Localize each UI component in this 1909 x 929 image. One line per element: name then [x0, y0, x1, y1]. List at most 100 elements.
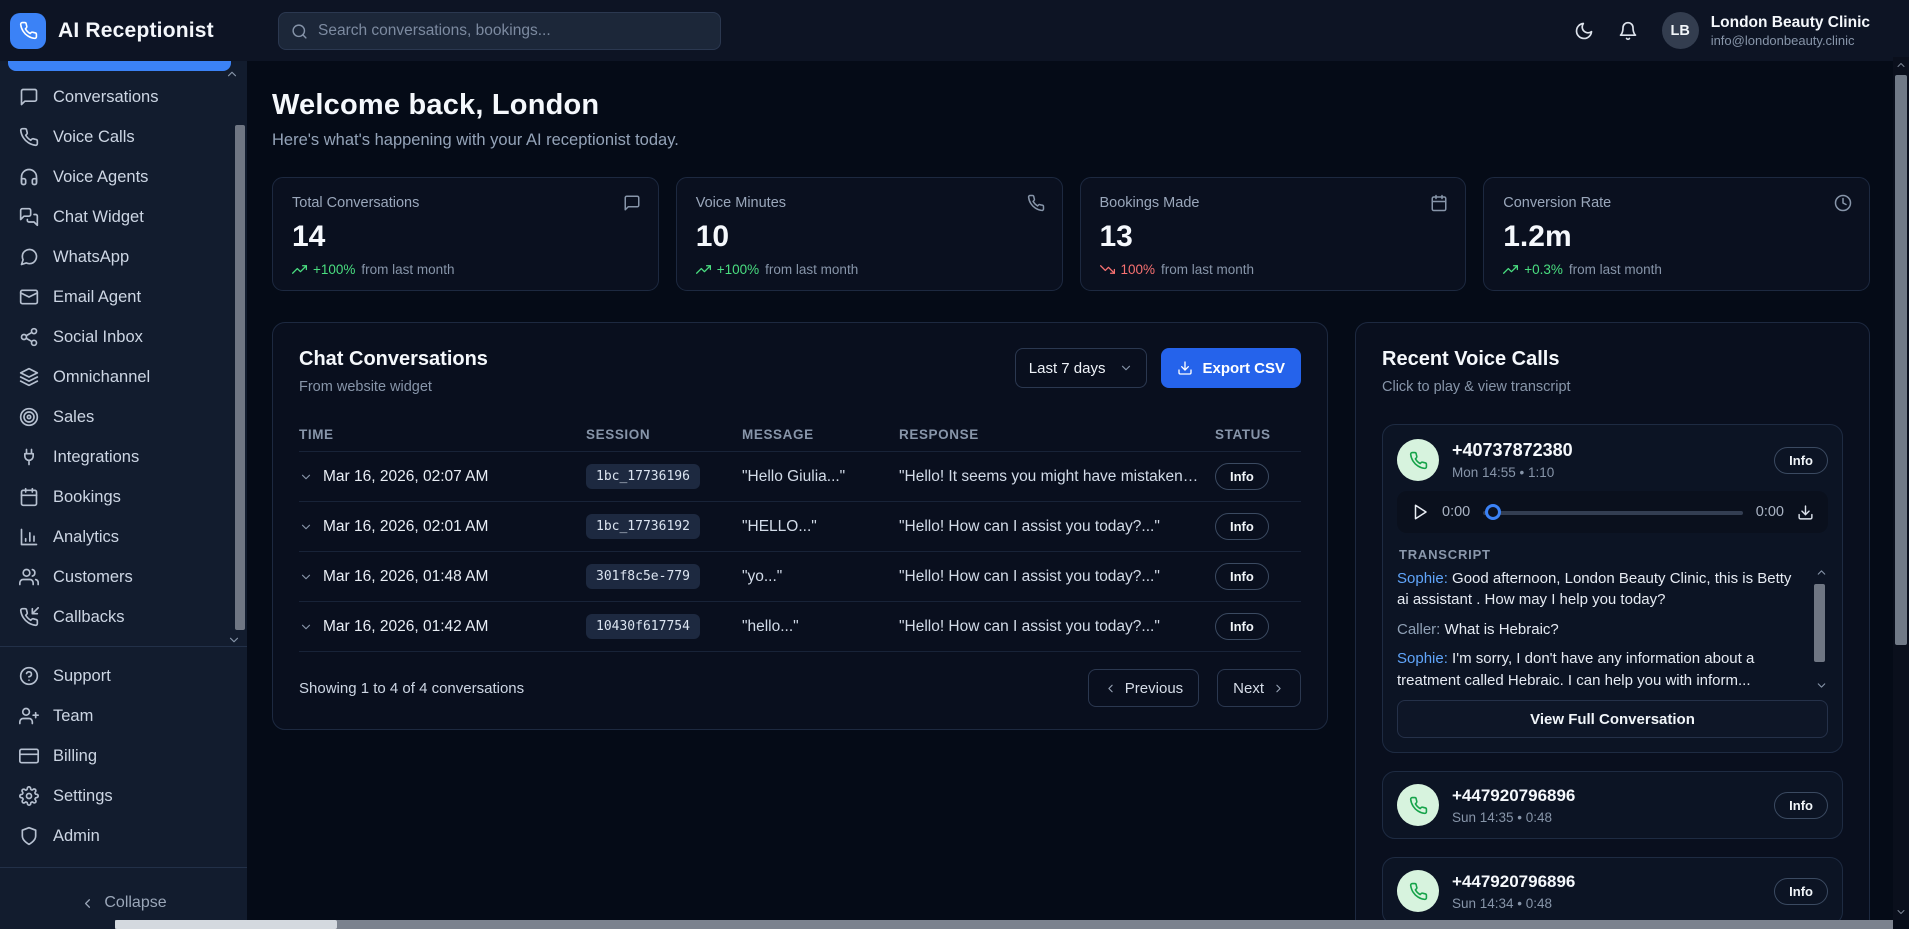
- chevron-down-icon[interactable]: [299, 570, 313, 584]
- stat-label: Voice Minutes: [696, 195, 1043, 211]
- account-menu[interactable]: LB London Beauty Clinic info@londonbeaut…: [1662, 12, 1870, 49]
- horizontal-scrollbar-thumb[interactable]: [115, 920, 337, 929]
- active-nav-indicator: [8, 61, 231, 71]
- search-icon: [291, 23, 308, 40]
- chevron-left-icon: [80, 896, 95, 911]
- view-full-conversation-button[interactable]: View Full Conversation: [1397, 700, 1828, 738]
- scroll-up-icon[interactable]: [1895, 59, 1907, 71]
- sidebar-item-customers[interactable]: Customers: [0, 557, 247, 597]
- seek-slider[interactable]: [1483, 504, 1743, 521]
- theme-toggle-button[interactable]: [1574, 21, 1594, 41]
- sidebar-item-social-inbox[interactable]: Social Inbox: [0, 317, 247, 357]
- info-button[interactable]: Info: [1215, 563, 1269, 590]
- stat-value: 14: [292, 220, 639, 254]
- transcript-text: I'm sorry, I don't have any information …: [1397, 650, 1754, 688]
- sidebar-item-label: Customers: [53, 568, 133, 587]
- app-title: AI Receptionist: [58, 19, 214, 43]
- previous-page-button[interactable]: Previous: [1088, 669, 1199, 707]
- session-badge: 10430f617754: [586, 614, 700, 639]
- row-time: Mar 16, 2026, 01:48 AM: [323, 568, 488, 586]
- sidebar-item-integrations[interactable]: Integrations: [0, 437, 247, 477]
- sidebar-item-label: Analytics: [53, 528, 119, 547]
- info-button[interactable]: Info: [1774, 878, 1828, 905]
- notifications-button[interactable]: [1618, 21, 1638, 41]
- info-button[interactable]: Info: [1774, 792, 1828, 819]
- table-row[interactable]: Mar 16, 2026, 02:01 AM 1bc_17736192 "HEL…: [299, 501, 1301, 551]
- sidebar-item-billing[interactable]: Billing: [0, 736, 247, 776]
- row-time: Mar 16, 2026, 02:07 AM: [323, 468, 488, 486]
- download-icon: [1797, 504, 1814, 521]
- sidebar-item-whatsapp[interactable]: WhatsApp: [0, 237, 247, 277]
- horizontal-scrollbar[interactable]: [115, 920, 1893, 929]
- sidebar-scroll-up-icon[interactable]: [225, 67, 239, 81]
- sidebar-item-sales[interactable]: Sales: [0, 397, 247, 437]
- sidebar-item-omnichannel[interactable]: Omnichannel: [0, 357, 247, 397]
- sidebar-item-admin[interactable]: Admin: [0, 816, 247, 856]
- sidebar-item-conversations[interactable]: Conversations: [0, 77, 247, 117]
- row-response: "Hello! How can I assist you today?...": [899, 518, 1215, 536]
- recent-voice-calls-panel: Recent Voice Calls Click to play & view …: [1355, 322, 1870, 929]
- sidebar-item-callbacks[interactable]: Callbacks: [0, 597, 247, 637]
- info-button[interactable]: Info: [1215, 463, 1269, 490]
- sidebar-item-support[interactable]: Support: [0, 656, 247, 696]
- chevron-down-icon[interactable]: [299, 620, 313, 634]
- clock-icon: [1834, 194, 1852, 212]
- next-page-button[interactable]: Next: [1217, 669, 1301, 707]
- sidebar-item-chat-widget[interactable]: Chat Widget: [0, 197, 247, 237]
- sidebar-item-bookings[interactable]: Bookings: [0, 477, 247, 517]
- account-email: info@londonbeauty.clinic: [1711, 33, 1870, 48]
- play-button[interactable]: [1411, 503, 1429, 521]
- voice-call-card[interactable]: +447920796896 Sun 14:35 • 0:48 Info: [1382, 771, 1843, 839]
- sidebar-item-voice-calls[interactable]: Voice Calls: [0, 117, 247, 157]
- transcript-scrollbar-thumb[interactable]: [1814, 584, 1825, 662]
- transcript-scroll-up-icon[interactable]: [1815, 568, 1828, 579]
- chevron-down-icon[interactable]: [299, 470, 313, 484]
- table-row[interactable]: Mar 16, 2026, 01:48 AM 301f8c5e-779 "yo.…: [299, 551, 1301, 601]
- table-row[interactable]: Mar 16, 2026, 02:07 AM 1bc_17736196 "Hel…: [299, 451, 1301, 501]
- trending-down-icon: [1100, 262, 1115, 277]
- bell-icon: [1618, 21, 1638, 41]
- sidebar-item-team[interactable]: Team: [0, 696, 247, 736]
- sidebar-divider: [0, 867, 247, 868]
- transcript-label: TRANSCRIPT: [1399, 547, 1826, 562]
- sidebar-item-analytics[interactable]: Analytics: [0, 517, 247, 557]
- download-recording-button[interactable]: [1797, 504, 1814, 521]
- info-button[interactable]: Info: [1215, 513, 1269, 540]
- sidebar-scroll-down-icon[interactable]: [227, 633, 241, 647]
- info-button[interactable]: Info: [1215, 613, 1269, 640]
- transcript-line: Sophie: I'm sorry, I don't have any info…: [1397, 648, 1802, 691]
- voice-call-card-expanded: +40737872380 Mon 14:55 • 1:10 Info 0:00 …: [1382, 424, 1843, 753]
- transcript-speaker: Caller:: [1397, 621, 1440, 638]
- row-message: "hello...": [742, 618, 899, 636]
- transcript-speaker: Sophie:: [1397, 650, 1448, 667]
- row-time: Mar 16, 2026, 01:42 AM: [323, 618, 488, 636]
- trending-up-icon: [696, 262, 711, 277]
- message-square-icon: [19, 87, 39, 107]
- info-button[interactable]: Info: [1774, 447, 1828, 474]
- voice-panel-title: Recent Voice Calls: [1382, 348, 1843, 371]
- sidebar-scrollbar-thumb[interactable]: [235, 125, 245, 630]
- sidebar-item-settings[interactable]: Settings: [0, 776, 247, 816]
- voice-call-card[interactable]: +447920796896 Sun 14:34 • 0:48 Info: [1382, 857, 1843, 925]
- sidebar-item-email-agent[interactable]: Email Agent: [0, 277, 247, 317]
- scroll-down-icon[interactable]: [1895, 906, 1907, 918]
- global-search[interactable]: [278, 12, 721, 50]
- slider-thumb[interactable]: [1485, 504, 1501, 520]
- vertical-scrollbar[interactable]: [1893, 57, 1909, 920]
- stat-trend-value: +0.3%: [1524, 262, 1563, 277]
- export-csv-button[interactable]: Export CSV: [1161, 348, 1301, 388]
- vertical-scrollbar-thumb[interactable]: [1895, 75, 1907, 645]
- collapse-label: Collapse: [104, 894, 166, 912]
- chevron-down-icon[interactable]: [299, 520, 313, 534]
- search-input[interactable]: [318, 22, 708, 40]
- chevron-down-icon: [1119, 361, 1133, 375]
- transcript-scroll-area[interactable]: Sophie: Good afternoon, London Beauty Cl…: [1397, 568, 1828, 692]
- table-row[interactable]: Mar 16, 2026, 01:42 AM 10430f617754 "hel…: [299, 601, 1301, 651]
- transcript-scroll-down-icon[interactable]: [1815, 679, 1828, 692]
- phone-icon: [19, 127, 39, 147]
- date-range-select[interactable]: Last 7 days: [1015, 348, 1148, 388]
- sidebar-item-voice-agents[interactable]: Voice Agents: [0, 157, 247, 197]
- phone-icon: [1409, 796, 1428, 815]
- stat-trend-suffix: from last month: [361, 262, 454, 277]
- calendar-icon: [19, 487, 39, 507]
